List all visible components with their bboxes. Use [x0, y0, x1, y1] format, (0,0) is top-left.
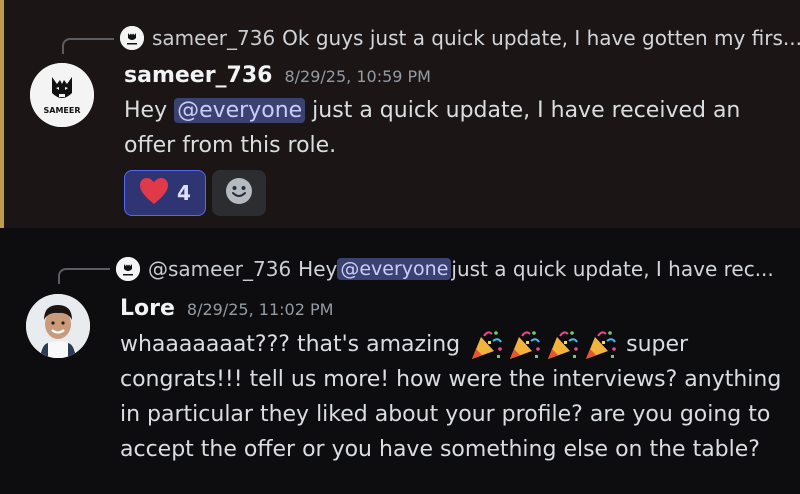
body-text-line1-end: super — [626, 332, 689, 357]
author-name[interactable]: sameer_736 — [124, 63, 272, 88]
reply-text-after: just a quick update, I have rec... — [451, 257, 774, 281]
body-text-line3: in particular they liked about your prof… — [120, 402, 771, 427]
reply-text-before: Hey — [298, 257, 338, 281]
mention-everyone[interactable]: @everyone — [174, 98, 306, 123]
message-header: Lore 8/29/25, 11:02 PM — [120, 296, 333, 321]
smiley-icon — [225, 177, 253, 209]
party-popper-icon — [586, 331, 616, 359]
reply-author[interactable]: @sameer_736 — [148, 257, 291, 281]
reply-author[interactable]: sameer_736 — [152, 26, 275, 50]
author-name[interactable]: Lore — [120, 296, 175, 321]
reply-avatar — [120, 26, 144, 50]
reaction-count: 4 — [177, 181, 191, 205]
body-text-line2: congrats!!! tell us more! how were the i… — [120, 367, 782, 392]
avatar-text: SAMEER — [43, 106, 80, 115]
party-popper-icon — [472, 331, 502, 359]
reply-connector — [62, 38, 114, 54]
avatar[interactable] — [26, 294, 90, 358]
body-text-after: just a quick update, I have received an — [305, 98, 741, 123]
reply-avatar — [116, 257, 140, 281]
body-text-line1: whaaaaaaat??? that's amazing — [120, 332, 461, 357]
body-text-before: Hey — [124, 98, 175, 123]
reply-mention[interactable]: @everyone — [337, 258, 452, 280]
timestamp: 8/29/25, 11:02 PM — [186, 300, 334, 319]
party-popper-icon — [510, 331, 540, 359]
message-header: sameer_736 8/29/25, 10:59 PM — [124, 63, 431, 88]
message-body: whaaaaaaat??? that's amazing super congr… — [120, 327, 790, 467]
message[interactable]: @sameer_736 Hey @everyone just a quick u… — [0, 228, 800, 494]
reply-preview[interactable]: @sameer_736 Hey @everyone just a quick u… — [116, 257, 774, 281]
body-text-line2: offer from this role. — [124, 133, 337, 158]
party-emoji-group — [467, 331, 626, 359]
message-highlighted[interactable]: sameer_736 Ok guys just a quick update, … — [0, 0, 800, 228]
avatar[interactable]: SAMEER — [30, 63, 94, 127]
reaction-heart[interactable]: 4 — [124, 170, 206, 216]
body-text-line4: accept the offer or you have something e… — [120, 437, 760, 462]
message-body: Hey @everyone just a quick update, I hav… — [124, 93, 784, 163]
reply-text: Ok guys just a quick update, I have gott… — [282, 26, 800, 50]
reply-connector — [58, 268, 110, 284]
timestamp: 8/29/25, 10:59 PM — [284, 67, 431, 86]
add-reaction-button[interactable] — [212, 170, 266, 216]
party-popper-icon — [548, 331, 578, 359]
reply-preview[interactable]: sameer_736 Ok guys just a quick update, … — [120, 26, 800, 50]
heart-emoji-icon — [139, 177, 169, 209]
